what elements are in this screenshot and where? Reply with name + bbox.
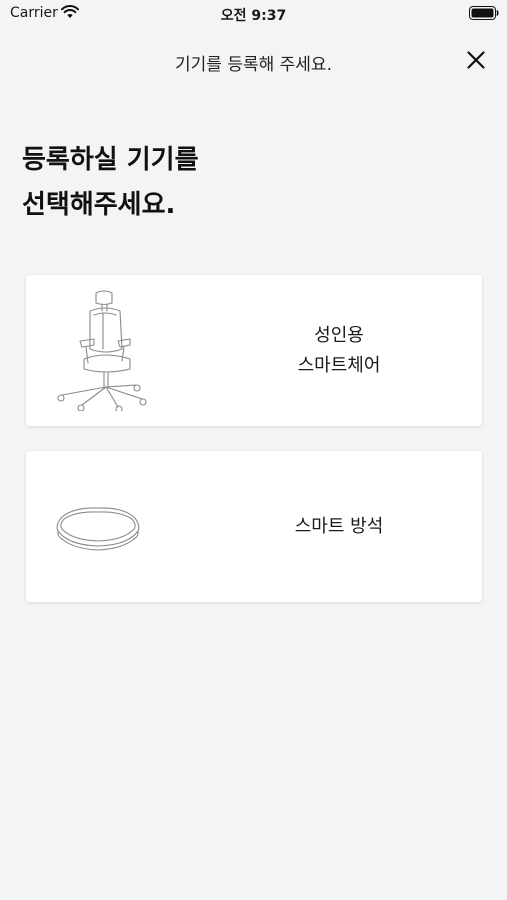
heading-line-2: 선택해주세요. bbox=[22, 190, 176, 220]
page-heading: 등록하실 기기를 선택해주세요. bbox=[22, 138, 482, 228]
battery-icon bbox=[469, 6, 499, 24]
close-button[interactable] bbox=[463, 47, 489, 73]
nav-title: 기기를 등록해 주세요. bbox=[175, 55, 332, 75]
close-icon bbox=[467, 51, 485, 69]
smart-chair-label-line-2: 스마트체어 bbox=[297, 354, 381, 376]
device-card-smart-cushion[interactable]: 스마트 방석 bbox=[26, 451, 482, 602]
navigation-bar: 기기를 등록해 주세요. bbox=[0, 40, 507, 80]
smart-chair-label-line-1: 성인용 bbox=[314, 324, 364, 346]
device-label-smart-chair: 성인용 스마트체어 bbox=[196, 275, 482, 426]
device-label-smart-cushion: 스마트 방석 bbox=[196, 451, 482, 602]
device-card-smart-chair[interactable]: 성인용 스마트체어 bbox=[26, 275, 482, 426]
heading-line-1: 등록하실 기기를 bbox=[22, 145, 199, 175]
status-bar: Carrier 오전 9:37 bbox=[0, 0, 507, 28]
smart-cushion-label: 스마트 방석 bbox=[294, 515, 384, 537]
office-chair-icon bbox=[50, 289, 150, 415]
seat-cushion-icon bbox=[54, 503, 142, 555]
status-time: 오전 9:37 bbox=[220, 8, 287, 24]
